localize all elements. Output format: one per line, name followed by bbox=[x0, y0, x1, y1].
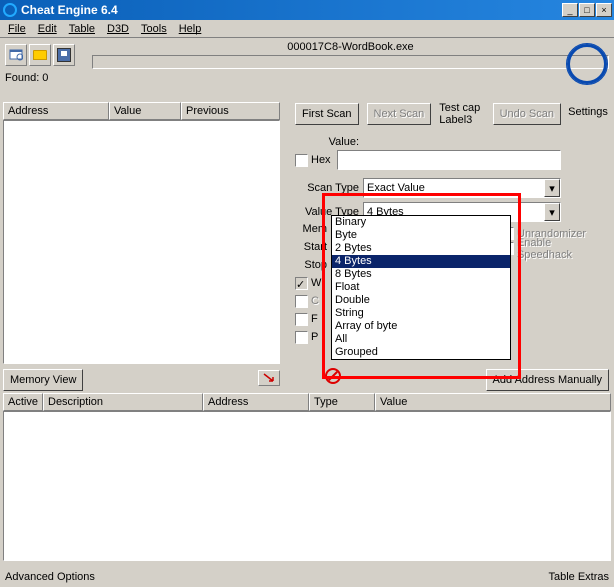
option-2bytes[interactable]: 2 Bytes bbox=[332, 242, 510, 255]
c-checkbox[interactable] bbox=[295, 295, 308, 308]
bcol-type[interactable]: Type bbox=[309, 393, 375, 411]
process-list-button[interactable] bbox=[5, 44, 27, 66]
chevron-down-icon: ▾ bbox=[544, 203, 560, 221]
undo-scan-button: Undo Scan bbox=[493, 103, 561, 125]
maximize-button[interactable]: □ bbox=[579, 3, 595, 17]
f-checkbox[interactable] bbox=[295, 313, 308, 326]
add-address-button[interactable]: Add Address Manually bbox=[486, 369, 609, 391]
valuetype-dropdown[interactable]: Binary Byte 2 Bytes 4 Bytes 8 Bytes Floa… bbox=[331, 215, 511, 360]
results-list[interactable] bbox=[3, 120, 280, 364]
col-previous[interactable]: Previous bbox=[181, 102, 280, 120]
mem-label: Mem bbox=[295, 223, 330, 235]
progress-bar bbox=[92, 55, 609, 69]
stop-label: Stop bbox=[295, 259, 330, 271]
scantype-select[interactable]: Exact Value ▾ bbox=[363, 178, 561, 198]
open-button[interactable] bbox=[29, 44, 51, 66]
option-float[interactable]: Float bbox=[332, 281, 510, 294]
w-checkbox[interactable]: ✓ bbox=[295, 277, 308, 290]
settings-link[interactable]: Settings bbox=[567, 106, 609, 118]
value-input[interactable] bbox=[337, 150, 561, 170]
menu-d3d[interactable]: D3D bbox=[101, 22, 135, 36]
titlebar: Cheat Engine 6.4 _ □ × bbox=[0, 0, 614, 20]
no-entry-icon bbox=[325, 368, 341, 384]
ce-logo-icon[interactable] bbox=[567, 44, 609, 86]
address-table: Active Description Address Type Value bbox=[3, 393, 611, 561]
option-all[interactable]: All bbox=[332, 333, 510, 346]
p-label: P bbox=[311, 331, 318, 343]
bcol-address[interactable]: Address bbox=[203, 393, 309, 411]
add-to-list-button[interactable] bbox=[258, 370, 280, 386]
table-extras-link[interactable]: Table Extras bbox=[548, 571, 609, 583]
next-scan-button: Next Scan bbox=[367, 103, 432, 125]
option-byte[interactable]: Byte bbox=[332, 229, 510, 242]
bcol-description[interactable]: Description bbox=[43, 393, 203, 411]
chevron-down-icon: ▾ bbox=[544, 179, 560, 197]
option-grouped[interactable]: Grouped bbox=[332, 346, 510, 359]
p-checkbox[interactable] bbox=[295, 331, 308, 344]
close-button[interactable]: × bbox=[596, 3, 612, 17]
option-4bytes[interactable]: 4 Bytes bbox=[332, 255, 510, 268]
menu-help[interactable]: Help bbox=[173, 22, 208, 36]
results-panel: Address Value Previous bbox=[3, 102, 280, 364]
found-count: Found: 0 bbox=[0, 72, 614, 84]
label3: Label3 bbox=[439, 114, 480, 126]
scantype-label: Scan Type bbox=[295, 182, 363, 194]
value-label: Value: bbox=[295, 136, 363, 148]
option-8bytes[interactable]: 8 Bytes bbox=[332, 268, 510, 281]
menu-table[interactable]: Table bbox=[63, 22, 101, 36]
option-double[interactable]: Double bbox=[332, 294, 510, 307]
w-label: W bbox=[311, 277, 321, 289]
speedhack-label: Enable Speedhack bbox=[517, 237, 609, 261]
bcol-value[interactable]: Value bbox=[375, 393, 611, 411]
app-icon bbox=[2, 2, 18, 18]
menu-edit[interactable]: Edit bbox=[32, 22, 63, 36]
bcol-active[interactable]: Active bbox=[3, 393, 43, 411]
toolbar: 000017C8-WordBook.exe bbox=[0, 38, 614, 72]
option-array[interactable]: Array of byte bbox=[332, 320, 510, 333]
testcap-label: Test cap bbox=[439, 102, 480, 114]
col-address[interactable]: Address bbox=[3, 102, 109, 120]
menu-tools[interactable]: Tools bbox=[135, 22, 173, 36]
start-label: Start bbox=[295, 241, 330, 253]
advanced-options-link[interactable]: Advanced Options bbox=[5, 571, 95, 583]
extra-options: Unrandomizer Enable Speedhack bbox=[501, 226, 609, 256]
address-list[interactable] bbox=[3, 411, 611, 561]
c-label: C bbox=[311, 295, 319, 307]
save-button[interactable] bbox=[53, 44, 75, 66]
status-bar: Advanced Options Table Extras bbox=[0, 567, 614, 587]
first-scan-button[interactable]: First Scan bbox=[295, 103, 359, 125]
memory-view-button[interactable]: Memory View bbox=[3, 369, 83, 391]
scan-panel: First Scan Next Scan Test cap Label3 Und… bbox=[295, 102, 561, 222]
f-label: F bbox=[311, 313, 318, 325]
process-title: 000017C8-WordBook.exe bbox=[92, 41, 609, 53]
menubar: File Edit Table D3D Tools Help bbox=[0, 20, 614, 38]
option-binary[interactable]: Binary bbox=[332, 216, 510, 229]
hex-label: Hex bbox=[311, 154, 331, 166]
menu-file[interactable]: File bbox=[2, 22, 32, 36]
hex-checkbox[interactable] bbox=[295, 154, 308, 167]
window-title: Cheat Engine 6.4 bbox=[21, 3, 562, 17]
col-value[interactable]: Value bbox=[109, 102, 181, 120]
minimize-button[interactable]: _ bbox=[562, 3, 578, 17]
scantype-value: Exact Value bbox=[367, 182, 425, 194]
option-string[interactable]: String bbox=[332, 307, 510, 320]
